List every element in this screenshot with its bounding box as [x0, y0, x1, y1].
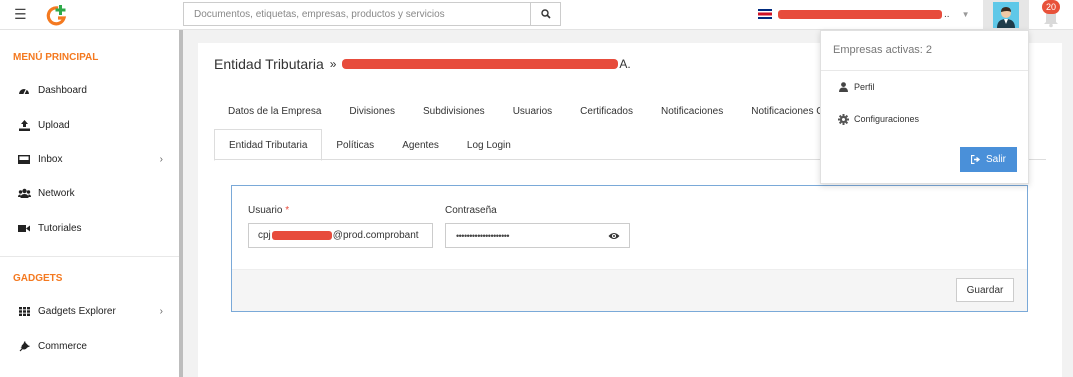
- chevron-right-icon: ›: [159, 153, 163, 165]
- sidebar-item-tutoriales[interactable]: Tutoriales: [0, 213, 179, 243]
- tab-certificados[interactable]: Certificados: [566, 100, 647, 124]
- redacted-entity-name: [342, 59, 619, 69]
- avatar: [993, 2, 1019, 28]
- menu-item-label: Configuraciones: [854, 114, 920, 124]
- sidebar-item-upload[interactable]: Upload: [0, 110, 179, 140]
- sign-out-icon: [970, 155, 981, 164]
- dashboard-icon: [16, 85, 32, 95]
- page-title-text: Entidad Tributaria: [214, 56, 324, 72]
- sidebar-item-label: Gadgets Explorer: [38, 305, 116, 317]
- user-avatar-button[interactable]: [983, 0, 1029, 30]
- logout-button[interactable]: Salir: [960, 147, 1017, 172]
- main-menu-heading: MENÚ PRINCIPAL: [13, 52, 99, 63]
- upload-icon: [16, 119, 32, 131]
- tabs-row-primary: Datos de la Empresa Divisiones Subdivisi…: [214, 100, 838, 124]
- network-icon: [16, 188, 32, 198]
- page-title-suffix: A.: [619, 57, 631, 71]
- gear-icon: [837, 113, 849, 125]
- costa-rica-flag-icon: [758, 9, 772, 19]
- notification-count-badge: 20: [1042, 0, 1060, 14]
- sidebar-item-label: Dashboard: [38, 84, 87, 96]
- page-title: Entidad Tributaria » A.: [214, 56, 631, 72]
- tab-entidad-tributaria[interactable]: Entidad Tributaria: [214, 129, 323, 161]
- password-value: ••••••••••••••••••••: [456, 230, 510, 241]
- tab-agentes[interactable]: Agentes: [388, 130, 453, 160]
- password-label: Contraseña: [445, 205, 497, 216]
- tab-subdivisiones[interactable]: Subdivisiones: [409, 100, 499, 124]
- save-button[interactable]: Guardar: [956, 278, 1014, 302]
- menu-item-label: Perfil: [854, 82, 875, 92]
- tab-datos-empresa[interactable]: Datos de la Empresa: [214, 100, 335, 124]
- sidebar-item-label: Tutoriales: [38, 222, 82, 234]
- redacted-user-id: [271, 231, 332, 240]
- user-icon: [837, 82, 849, 92]
- gadgets-heading: GADGETS: [13, 273, 63, 284]
- tab-divisiones[interactable]: Divisiones: [335, 100, 409, 124]
- search-input[interactable]: [184, 3, 531, 25]
- active-companies-header: Empresas activas: 2: [821, 31, 1028, 71]
- credentials-form: Usuario * cpj @prod.comprobant Contraseñ…: [231, 185, 1028, 312]
- video-icon: [16, 224, 32, 233]
- hamburger-menu-icon[interactable]: ☰: [14, 7, 27, 21]
- user-label-text: Usuario: [248, 205, 283, 216]
- user-value-suffix: @prod.comprobant: [332, 230, 419, 241]
- sidebar: MENÚ PRINCIPAL Dashboard Upload Inbox › …: [0, 30, 179, 377]
- plug-icon: [16, 340, 32, 352]
- sidebar-item-gadgets-explorer[interactable]: Gadgets Explorer ›: [0, 296, 179, 326]
- sidebar-item-label: Inbox: [38, 153, 63, 165]
- inbox-icon: [16, 154, 32, 164]
- grid-icon: [16, 306, 32, 316]
- app-logo[interactable]: [44, 4, 70, 26]
- password-field[interactable]: ••••••••••••••••••••: [445, 223, 630, 248]
- page-right-margin: [1063, 30, 1073, 377]
- search-box: [183, 2, 561, 26]
- sidebar-item-label: Upload: [38, 119, 70, 131]
- redacted-company-name: [778, 9, 942, 19]
- sidebar-item-dashboard[interactable]: Dashboard: [0, 75, 179, 105]
- company-selector[interactable]: .. ▼: [758, 4, 976, 24]
- company-name-ellipsis: ..: [944, 8, 950, 20]
- logout-label: Salir: [985, 154, 1006, 165]
- menu-item-profile[interactable]: Perfil: [821, 76, 1028, 98]
- required-mark: *: [285, 205, 290, 216]
- search-icon: [540, 9, 551, 19]
- user-value-prefix: cpj: [258, 230, 271, 241]
- tab-politicas[interactable]: Políticas: [322, 130, 388, 160]
- chevron-right-icon: ›: [159, 305, 163, 317]
- eye-icon[interactable]: [608, 231, 620, 241]
- tab-usuarios[interactable]: Usuarios: [499, 100, 566, 124]
- sidebar-item-inbox[interactable]: Inbox ›: [0, 144, 179, 174]
- sidebar-item-commerce[interactable]: Commerce: [0, 331, 179, 361]
- user-dropdown-menu: Empresas activas: 2 Perfil Configuracion…: [820, 30, 1029, 184]
- form-footer: Guardar: [232, 269, 1027, 311]
- user-avatar-icon: [993, 2, 1019, 28]
- menu-item-settings[interactable]: Configuraciones: [821, 108, 1028, 130]
- tab-log-login[interactable]: Log Login: [453, 130, 525, 160]
- tabs-row-secondary: Entidad Tributaria Políticas Agentes Log…: [214, 128, 525, 161]
- sidebar-item-label: Network: [38, 187, 75, 199]
- sidebar-item-network[interactable]: Network: [0, 178, 179, 208]
- tab-notificaciones[interactable]: Notificaciones: [647, 100, 737, 124]
- user-label: Usuario *: [248, 205, 289, 216]
- user-field[interactable]: cpj @prod.comprobant: [248, 223, 433, 248]
- sidebar-divider: [0, 256, 179, 257]
- caret-down-icon: ▼: [961, 9, 970, 19]
- sidebar-item-label: Commerce: [38, 340, 87, 352]
- search-button[interactable]: [530, 3, 560, 25]
- breadcrumb-separator: »: [329, 57, 337, 71]
- sidebar-scrollbar[interactable]: [179, 30, 183, 377]
- top-bar: ☰ .. ▼: [0, 0, 1073, 30]
